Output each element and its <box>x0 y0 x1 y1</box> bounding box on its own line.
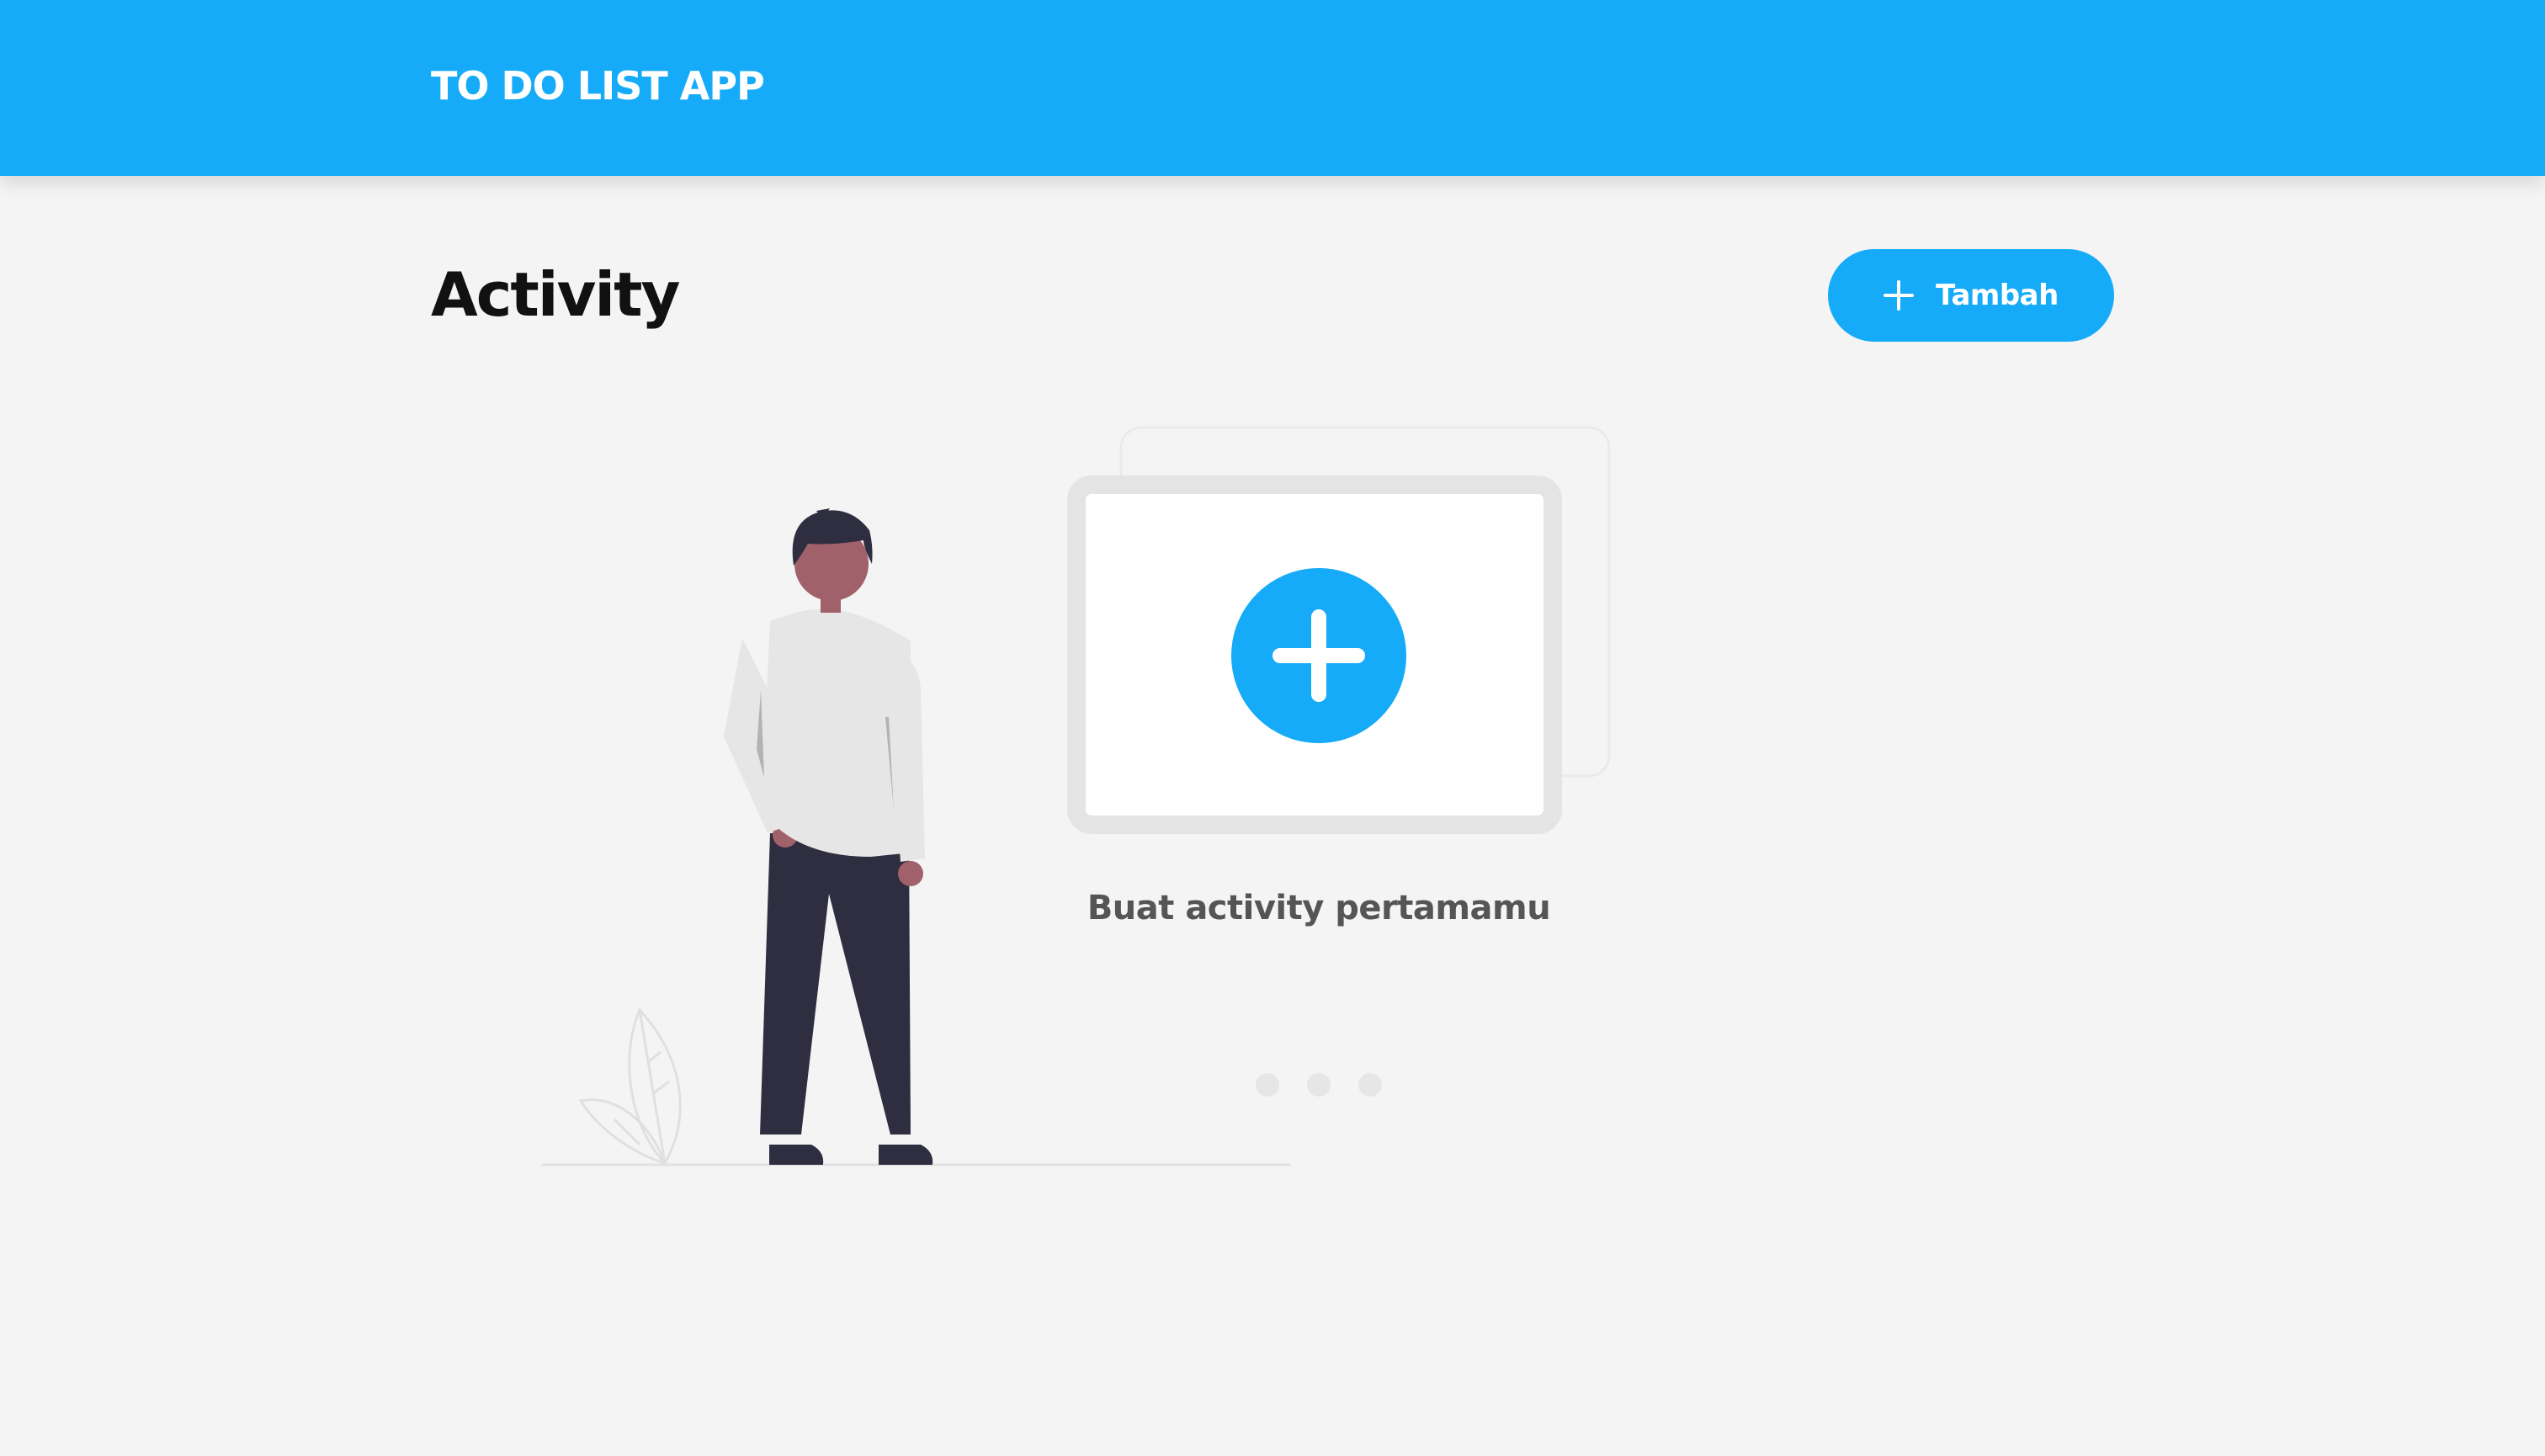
plus-circle-icon <box>1231 568 1406 743</box>
app-header: TO DO LIST APP <box>0 0 2545 176</box>
plant-decoration <box>578 1007 682 1166</box>
page-title: Activity <box>431 259 680 330</box>
plus-icon <box>1884 280 1915 311</box>
add-activity-button[interactable]: Tambah <box>1828 249 2114 342</box>
empty-state-message: Buat activity pertamamu <box>1087 889 1551 927</box>
app-title: TO DO LIST APP <box>431 63 765 109</box>
dot-2 <box>1307 1073 1331 1097</box>
dot-1 <box>1256 1073 1279 1097</box>
add-activity-button-label: Tambah <box>1936 279 2059 312</box>
empty-state-illustration[interactable] <box>530 421 1624 1178</box>
person-illustration <box>724 508 933 1165</box>
dot-3 <box>1358 1073 1382 1097</box>
